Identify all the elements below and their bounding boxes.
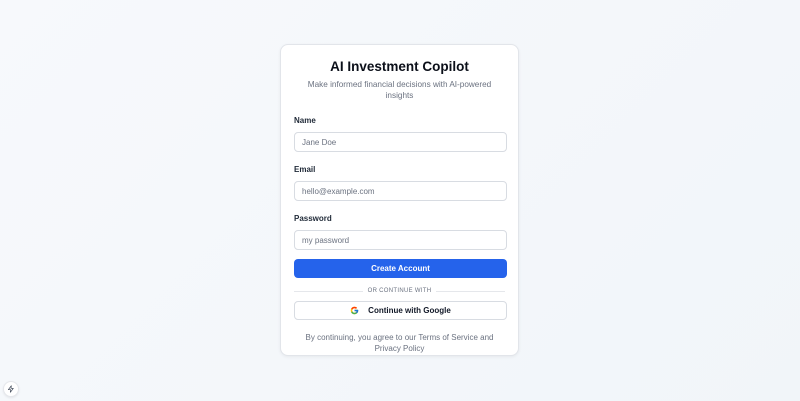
signup-card: AI Investment Copilot Make informed fina… — [280, 44, 519, 356]
divider-line-left — [294, 290, 363, 292]
lightning-icon — [8, 385, 14, 393]
email-label: Email — [294, 165, 316, 174]
divider-text: OR CONTINUE WITH — [367, 288, 432, 294]
name-label: Name — [294, 116, 316, 125]
google-icon — [350, 306, 359, 315]
page-title: AI Investment Copilot — [330, 59, 469, 74]
page-subtitle: Make informed financial decisions with A… — [307, 80, 492, 100]
name-input[interactable] — [294, 132, 507, 152]
password-input[interactable] — [294, 230, 507, 250]
dev-tools-badge[interactable] — [3, 381, 19, 397]
email-input[interactable] — [294, 181, 507, 201]
google-button-label: Continue with Google — [368, 306, 451, 315]
password-label: Password — [294, 214, 332, 223]
terms-text: By continuing, you agree to our Terms of… — [305, 333, 494, 353]
continue-with-google-button[interactable]: Continue with Google — [294, 301, 507, 320]
or-divider: OR CONTINUE WITH — [294, 286, 506, 296]
create-account-button[interactable]: Create Account — [294, 259, 507, 278]
divider-line-right — [436, 290, 506, 292]
